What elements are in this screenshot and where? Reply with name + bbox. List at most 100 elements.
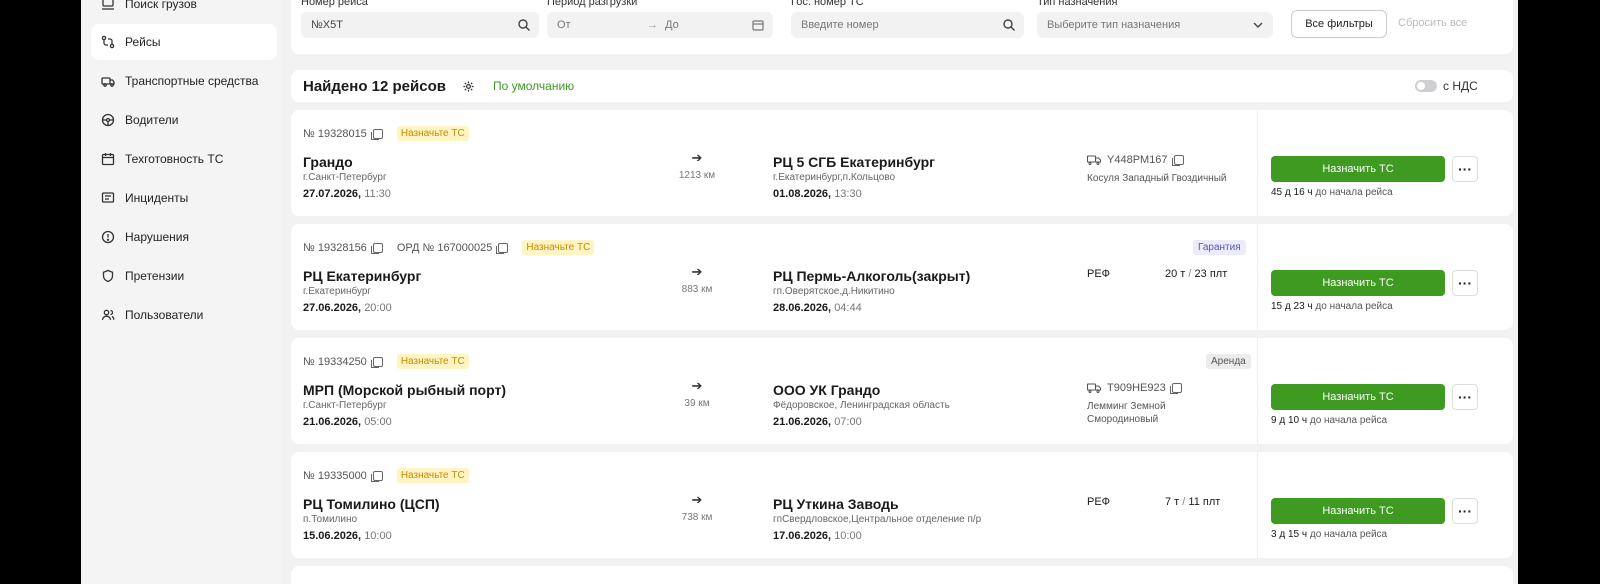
search-icon[interactable] [517, 18, 531, 32]
results-count: Найдено 12 рейсов [303, 78, 446, 95]
sort-dropdown[interactable]: По умолчанию [493, 79, 574, 93]
destination-date: 01.08.2026, [773, 188, 832, 200]
assign-vehicle-button[interactable]: Назначить ТС [1271, 384, 1445, 410]
sidebar-item-claims[interactable]: Претензии [91, 258, 277, 294]
more-options-button[interactable]: ··· [1452, 156, 1478, 182]
more-options-button[interactable]: ··· [1452, 498, 1478, 524]
origin-datetime: 27.07.2026, 11:30 [303, 188, 391, 200]
sidebar-item-users[interactable]: Пользователи [91, 297, 277, 333]
copy-icon[interactable] [370, 242, 383, 254]
arrow-right-icon: ➔ [691, 378, 703, 393]
all-filters-button[interactable]: Все фильтры [1291, 10, 1387, 38]
origin-name: Грандо [303, 154, 353, 170]
time-until-value: 9 д 10 ч [1271, 415, 1308, 426]
copy-icon[interactable] [370, 470, 383, 482]
destination-city: гп.Оверятское,д.Никитино [773, 286, 895, 297]
time-until-start: 9 д 10 ч до начала рейса [1271, 415, 1387, 426]
more-options-button[interactable]: ··· [1452, 384, 1478, 410]
sidebar-item-trips[interactable]: Рейсы [91, 24, 277, 60]
sidebar-item-incidents[interactable]: Инциденты [91, 180, 277, 216]
sidebar-item-violations[interactable]: Нарушения [91, 219, 277, 255]
copy-icon[interactable] [496, 242, 509, 254]
search-icon[interactable] [1002, 18, 1016, 32]
sidebar-item-label: Нарушения [125, 230, 190, 244]
more-options-button[interactable]: ··· [1452, 270, 1478, 296]
users-icon [101, 308, 115, 322]
weight-value: 7 т [1165, 496, 1180, 508]
time-until-label: до начала рейса [1315, 301, 1393, 312]
sidebar-item-label: Рейсы [125, 35, 161, 49]
plate-placeholder: Введите номер [801, 19, 879, 31]
origin-date: 27.07.2026, [303, 188, 362, 200]
arrow-right-icon: → [647, 19, 658, 31]
truck-icon [1086, 155, 1102, 166]
pallets-value: 23 плт [1194, 268, 1228, 280]
trip-number-value: №X5T [311, 19, 343, 31]
sidebar-item-drivers[interactable]: Водители [91, 102, 277, 138]
calendar-icon[interactable] [751, 18, 765, 32]
reset-filters-button[interactable]: Сбросить все [1398, 17, 1467, 29]
guarantee-tag: Гарантия [1193, 240, 1246, 255]
trip-card[interactable]: № 19334250 Назначьте ТС Аренда МРП (Морс… [291, 338, 1513, 444]
message-icon [101, 191, 115, 205]
origin-name: РЦ Томилино (ЦСП) [303, 496, 440, 512]
sidebar-item-vehicles[interactable]: Транспортные средства [91, 63, 277, 99]
calendar-icon [101, 152, 115, 166]
trip-card[interactable]: № 19328015 Назначьте ТС Грандо г.Санкт-П… [291, 110, 1513, 216]
assign-vehicle-button[interactable]: Назначить ТС [1271, 270, 1445, 296]
trip-number-input[interactable]: №X5T [301, 12, 539, 38]
sidebar-item-tech-readiness[interactable]: Техготовность ТС [91, 141, 277, 177]
distance: 39 км [684, 398, 710, 409]
sidebar-item-cargo-search[interactable]: Поиск грузов [91, 0, 277, 22]
origin-datetime: 27.06.2026, 20:00 [303, 302, 392, 314]
trip-number: № 19328015 Назначьте ТС [303, 126, 469, 141]
dest-type-placeholder: Выберите тип назначения [1047, 19, 1181, 31]
destination-city: гпСвердловское,Центральное отделение п/р [773, 514, 982, 525]
assign-vehicle-button[interactable]: Назначить ТС [1271, 156, 1445, 182]
steering-wheel-icon [101, 113, 115, 127]
arrow-right-icon: ➔ [691, 150, 703, 165]
destination-date: 21.06.2026, [773, 416, 832, 428]
copy-icon[interactable] [370, 356, 383, 368]
gear-icon[interactable] [462, 80, 475, 93]
distance: 883 км [681, 284, 713, 295]
period-to[interactable]: До [665, 19, 679, 31]
vat-toggle[interactable] [1415, 80, 1437, 92]
trip-number: № 19334250 Назначьте ТС [303, 354, 469, 369]
time-until-start: 15 д 23 ч до начала рейса [1271, 301, 1393, 312]
plate-text: T909HE923 [1107, 382, 1166, 394]
sidebar-item-label: Пользователи [125, 308, 204, 322]
dest-type-select[interactable]: Выберите тип назначения [1037, 12, 1273, 38]
time-until-start: 45 д 16 ч до начала рейса [1271, 187, 1393, 198]
destination-datetime: 28.06.2026, 04:44 [773, 302, 862, 314]
divider [1257, 224, 1258, 330]
origin-date: 15.06.2026, [303, 530, 362, 542]
vehicle-icon [101, 74, 115, 88]
chevron-down-icon [1251, 18, 1265, 32]
copy-icon[interactable] [1171, 155, 1184, 166]
copy-icon[interactable] [370, 128, 383, 140]
destination-datetime: 21.06.2026, 07:00 [773, 416, 862, 428]
divider [1257, 452, 1258, 558]
driver-name: Косуля Западный Гвоздичный [1087, 173, 1227, 184]
copy-icon[interactable] [1169, 383, 1182, 394]
plate-input[interactable]: Введите номер [791, 12, 1024, 38]
unload-period-input[interactable]: От → До [547, 12, 773, 38]
trip-number: № 19335000 Назначьте ТС [303, 468, 469, 483]
pallets-value: 11 плт [1188, 496, 1221, 508]
assign-vehicle-button[interactable]: Назначить ТС [1271, 498, 1445, 524]
trip-card[interactable] [291, 566, 1513, 584]
arrow-right-icon: ➔ [691, 492, 703, 507]
time-until-value: 45 д 16 ч [1271, 187, 1313, 198]
distance: 1213 км [678, 170, 716, 181]
vehicle-plate: T909HE923 [1086, 382, 1182, 394]
origin-city: г.Санкт-Петербург [303, 400, 387, 411]
destination-name: ООО УК Грандо [773, 382, 881, 398]
origin-city: г.Екатеринбург [303, 286, 372, 297]
period-from[interactable]: От [557, 19, 571, 31]
destination-city: г.Екатеринбург,п.Кольцово [773, 172, 896, 183]
divider [1257, 338, 1258, 444]
trip-card[interactable]: № 19335000 Назначьте ТС РЦ Томилино (ЦСП… [291, 452, 1513, 558]
trip-card[interactable]: № 19328156 ОРД № 167000025 Назначьте ТС … [291, 224, 1513, 330]
route-icon [101, 35, 115, 49]
